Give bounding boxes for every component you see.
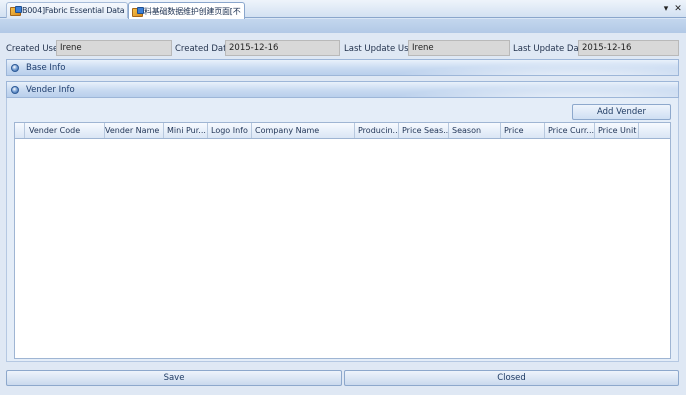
row-indicator-header xyxy=(15,123,25,138)
column-header-mini-purchase[interactable]: Mini Pur... xyxy=(164,123,208,138)
created-date-label: Created Date xyxy=(175,44,232,54)
vender-info-group-header[interactable]: Vender Info xyxy=(6,81,679,98)
base-info-group-header[interactable]: Base Info xyxy=(6,59,679,76)
tab-label: 料基础数据维护创建页面[不 xyxy=(144,6,241,16)
vender-grid-header: Vender Code Vender Name Mini Pur... Logo… xyxy=(15,123,670,139)
expand-collapse-icon[interactable] xyxy=(11,63,19,72)
column-header-producing[interactable]: Producin... xyxy=(355,123,399,138)
column-header-price-currency[interactable]: Price Curr... xyxy=(545,123,595,138)
column-header-price[interactable]: Price xyxy=(501,123,545,138)
expand-collapse-icon[interactable] xyxy=(11,85,19,94)
add-vender-button[interactable]: Add Vender xyxy=(572,104,671,120)
vender-info-title: Vender Info xyxy=(26,84,75,95)
column-header-company-name[interactable]: Company Name xyxy=(252,123,355,138)
last-update-user-field[interactable]: Irene xyxy=(408,40,510,56)
column-header-price-season[interactable]: Price Seas... xyxy=(399,123,449,138)
created-user-label: Created User xyxy=(6,44,62,54)
created-user-field[interactable]: Irene xyxy=(56,40,172,56)
last-update-date-field[interactable]: 2015-12-16 xyxy=(578,40,679,56)
column-header-logo-info[interactable]: Logo Info xyxy=(208,123,252,138)
column-header-price-unit[interactable]: Price Unit xyxy=(595,123,639,138)
column-header-vender-code[interactable]: Vender Code xyxy=(26,123,105,138)
tab-fabric-essential-data[interactable]: B004]Fabric Essential Data Mainta xyxy=(6,2,128,18)
form-icon xyxy=(10,6,22,16)
tab-label: B004]Fabric Essential Data Mainta xyxy=(22,6,127,15)
column-header-vender-name[interactable]: Vender Name xyxy=(102,123,164,138)
close-tab-icon[interactable]: ✕ xyxy=(673,3,683,14)
vender-grid[interactable]: Vender Code Vender Name Mini Pur... Logo… xyxy=(14,122,671,359)
form-icon xyxy=(132,6,144,17)
tab-create-page[interactable]: 料基础数据维护创建页面[不 xyxy=(128,2,245,19)
column-header-season[interactable]: Season xyxy=(449,123,501,138)
document-tab-strip: B004]Fabric Essential Data Mainta 料基础数据维… xyxy=(0,0,686,19)
closed-button[interactable]: Closed xyxy=(344,370,679,386)
tab-list-dropdown-icon[interactable]: ▾ xyxy=(661,3,671,14)
last-update-user-label: Last Update User xyxy=(344,44,418,54)
toolbar-band xyxy=(0,19,686,33)
created-date-field[interactable]: 2015-12-16 xyxy=(225,40,340,56)
base-info-title: Base Info xyxy=(26,62,66,73)
last-update-date-label: Last Update Date xyxy=(513,44,588,54)
save-button[interactable]: Save xyxy=(6,370,342,386)
